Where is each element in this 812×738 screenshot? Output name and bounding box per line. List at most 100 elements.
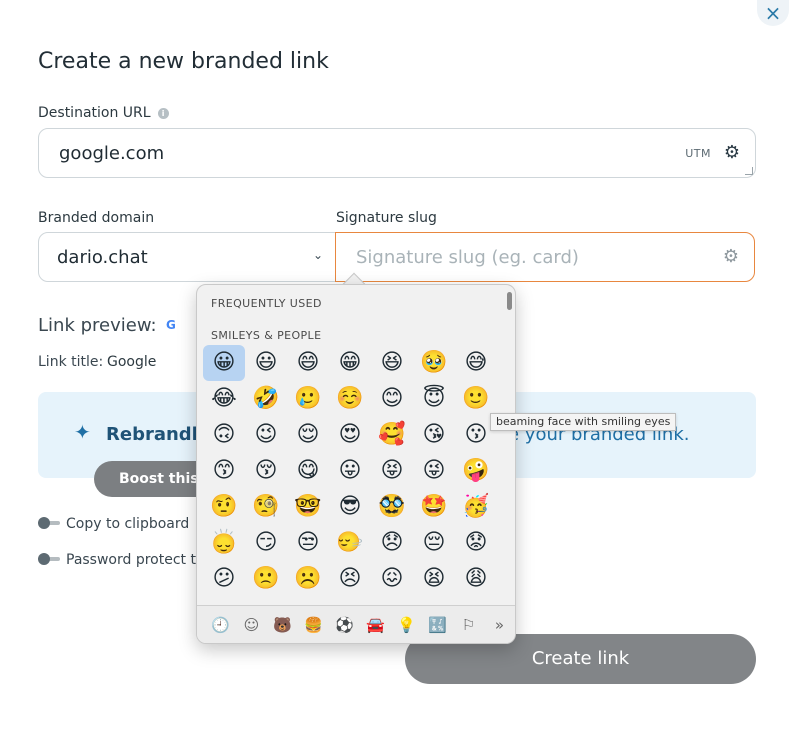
emoji-item[interactable]: 😉 <box>245 417 287 453</box>
link-title-value: Google <box>107 354 157 370</box>
emoji-item[interactable]: 🙁 <box>245 561 287 597</box>
more-icon[interactable]: » <box>484 606 515 643</box>
gear-icon[interactable]: ⚙ <box>723 248 739 266</box>
emoji-item[interactable]: 😄 <box>287 345 329 381</box>
flags-icon[interactable]: ⚐ <box>453 606 484 643</box>
emoji-item[interactable]: 🤪 <box>455 453 497 489</box>
objects-icon[interactable]: 💡 <box>391 606 422 643</box>
utm-button[interactable]: UTM <box>685 147 711 160</box>
animals-icon[interactable]: 🐻 <box>267 606 298 643</box>
emoji-item[interactable]: 😟 <box>455 525 497 561</box>
password-protect-toggle[interactable] <box>38 553 62 565</box>
copy-clipboard-label: Copy to clipboard <box>66 516 190 532</box>
emoji-item[interactable]: 😂 <box>203 381 245 417</box>
emoji-item[interactable]: 😔 <box>413 525 455 561</box>
emoji-item[interactable]: 😒 <box>287 525 329 561</box>
emoji-row: 🙃 😉 😌 😍 🥰 😘 😗 <box>203 417 499 453</box>
emoji-row: 🙂‍↕️ 😏 😒 🙂‍↔️ 😞 😔 😟 <box>203 525 499 561</box>
gear-icon[interactable]: ⚙ <box>724 144 740 162</box>
emoji-item[interactable]: 😩 <box>455 561 497 597</box>
emoji-item[interactable]: 😀 <box>203 345 245 381</box>
picker-scrollbar[interactable] <box>507 292 512 310</box>
section-frequently-used: FREQUENTLY USED <box>211 297 322 310</box>
destination-url-field[interactable]: google.com UTM ⚙ <box>38 128 756 178</box>
recent-icon[interactable]: 🕘 <box>205 606 236 643</box>
branded-domain-label: Branded domain <box>38 210 155 226</box>
emoji-item[interactable]: 🙂 <box>455 381 497 417</box>
emoji-item[interactable]: 😝 <box>371 453 413 489</box>
emoji-item[interactable]: 😃 <box>245 345 287 381</box>
emoji-item[interactable]: 😇 <box>413 381 455 417</box>
signature-slug-placeholder: Signature slug (eg. card) <box>356 247 579 268</box>
smileys-icon[interactable]: ☺ <box>236 606 267 643</box>
emoji-item[interactable]: 🤣 <box>245 381 287 417</box>
emoji-item[interactable]: ☺️ <box>329 381 371 417</box>
emoji-item[interactable]: 😋 <box>287 453 329 489</box>
destination-url-label: Destination URL i <box>38 105 169 121</box>
emoji-item[interactable]: 😚 <box>245 453 287 489</box>
emoji-item[interactable]: 🤩 <box>413 489 455 525</box>
emoji-item[interactable]: 🤨 <box>203 489 245 525</box>
emoji-item[interactable]: 😊 <box>371 381 413 417</box>
emoji-item[interactable]: 🙂‍↔️ <box>329 525 371 561</box>
activity-icon[interactable]: ⚽ <box>329 606 360 643</box>
copy-clipboard-toggle[interactable] <box>38 517 62 529</box>
emoji-item[interactable]: 😣 <box>329 561 371 597</box>
emoji-category-bar: 🕘 ☺ 🐻 🍔 ⚽ 🚘 💡 🔣 ⚐» <box>197 605 515 643</box>
emoji-item[interactable]: 🤓 <box>287 489 329 525</box>
emoji-item[interactable]: 😘 <box>413 417 455 453</box>
emoji-item[interactable]: 😆 <box>371 345 413 381</box>
emoji-item[interactable]: 😏 <box>245 525 287 561</box>
emoji-item[interactable]: 😅 <box>455 345 497 381</box>
emoji-row: 😕 🙁 ☹️ 😣 😖 😫 😩 <box>203 561 499 597</box>
section-smileys: SMILEYS & PEOPLE <box>211 329 322 342</box>
google-favicon-icon: G <box>166 318 176 332</box>
banner-brand: Rebrandly <box>106 424 210 445</box>
close-icon: × <box>764 1 782 25</box>
emoji-item[interactable]: 😍 <box>329 417 371 453</box>
emoji-item[interactable]: 😁 <box>329 345 371 381</box>
emoji-item[interactable]: 🥲 <box>287 381 329 417</box>
emoji-item[interactable]: 😛 <box>329 453 371 489</box>
emoji-row: 😀 😃 😄 😁 😆 🥹 😅 <box>203 345 499 381</box>
emoji-item[interactable]: 🥹 <box>413 345 455 381</box>
emoji-row: 😙 😚 😋 😛 😝 😜 🤪 <box>203 453 499 489</box>
branded-domain-value: dario.chat <box>57 247 148 268</box>
signature-slug-input[interactable]: Signature slug (eg. card) ⚙ <box>335 232 755 282</box>
emoji-item[interactable]: 😌 <box>287 417 329 453</box>
emoji-item[interactable]: 🙃 <box>203 417 245 453</box>
destination-url-value: google.com <box>59 143 165 164</box>
emoji-item[interactable]: 🙂‍↕️ <box>203 525 245 561</box>
password-protect-label: Password protect th <box>66 552 205 568</box>
emoji-grid: 😀 😃 😄 😁 😆 🥹 😅 😂 🤣 🥲 ☺️ 😊 😇 🙂 🙃 😉 😌 😍 🥰 😘 😗 😙 😚 😋 😛 😝 😜 🤪 🤨 🧐 🤓 😎 🥸 🤩 🥳 🙂‍↕️… <box>203 345 499 597</box>
emoji-item[interactable]: 😙 <box>203 453 245 489</box>
chevron-down-icon: ⌄ <box>312 248 323 262</box>
close-button[interactable]: × <box>757 0 789 26</box>
emoji-item[interactable]: ☹️ <box>287 561 329 597</box>
emoji-item[interactable]: 🥰 <box>371 417 413 453</box>
emoji-item[interactable]: 😜 <box>413 453 455 489</box>
emoji-tooltip: beaming face with smiling eyes <box>490 413 677 431</box>
emoji-item[interactable]: 😖 <box>371 561 413 597</box>
emoji-row: 😂 🤣 🥲 ☺️ 😊 😇 🙂 <box>203 381 499 417</box>
link-title-label: Link title: <box>38 354 104 370</box>
emoji-item[interactable]: 😫 <box>413 561 455 597</box>
emoji-row: 🤨 🧐 🤓 😎 🥸 🤩 🥳 <box>203 489 499 525</box>
emoji-item[interactable]: 🧐 <box>245 489 287 525</box>
sparkle-icon: ✦ <box>74 420 91 444</box>
emoji-item[interactable]: 🥸 <box>371 489 413 525</box>
emoji-item[interactable]: 😞 <box>371 525 413 561</box>
dialog-title: Create a new branded link <box>38 49 329 74</box>
resize-handle-icon[interactable] <box>745 167 753 175</box>
emoji-item[interactable]: 😕 <box>203 561 245 597</box>
emoji-picker: FREQUENTLY USED SMILEYS & PEOPLE 😀 😃 😄 😁 😆 🥹 😅… <box>196 284 516 644</box>
info-icon[interactable]: i <box>157 108 169 119</box>
symbols-icon[interactable]: 🔣 <box>422 606 453 643</box>
link-preview-label: Link preview: <box>38 315 157 336</box>
branded-domain-select[interactable]: dario.chat ⌄ <box>38 232 336 282</box>
emoji-item[interactable]: 😎 <box>329 489 371 525</box>
travel-icon[interactable]: 🚘 <box>360 606 391 643</box>
signature-slug-label: Signature slug <box>336 210 437 226</box>
food-icon[interactable]: 🍔 <box>298 606 329 643</box>
emoji-item[interactable]: 🥳 <box>455 489 497 525</box>
